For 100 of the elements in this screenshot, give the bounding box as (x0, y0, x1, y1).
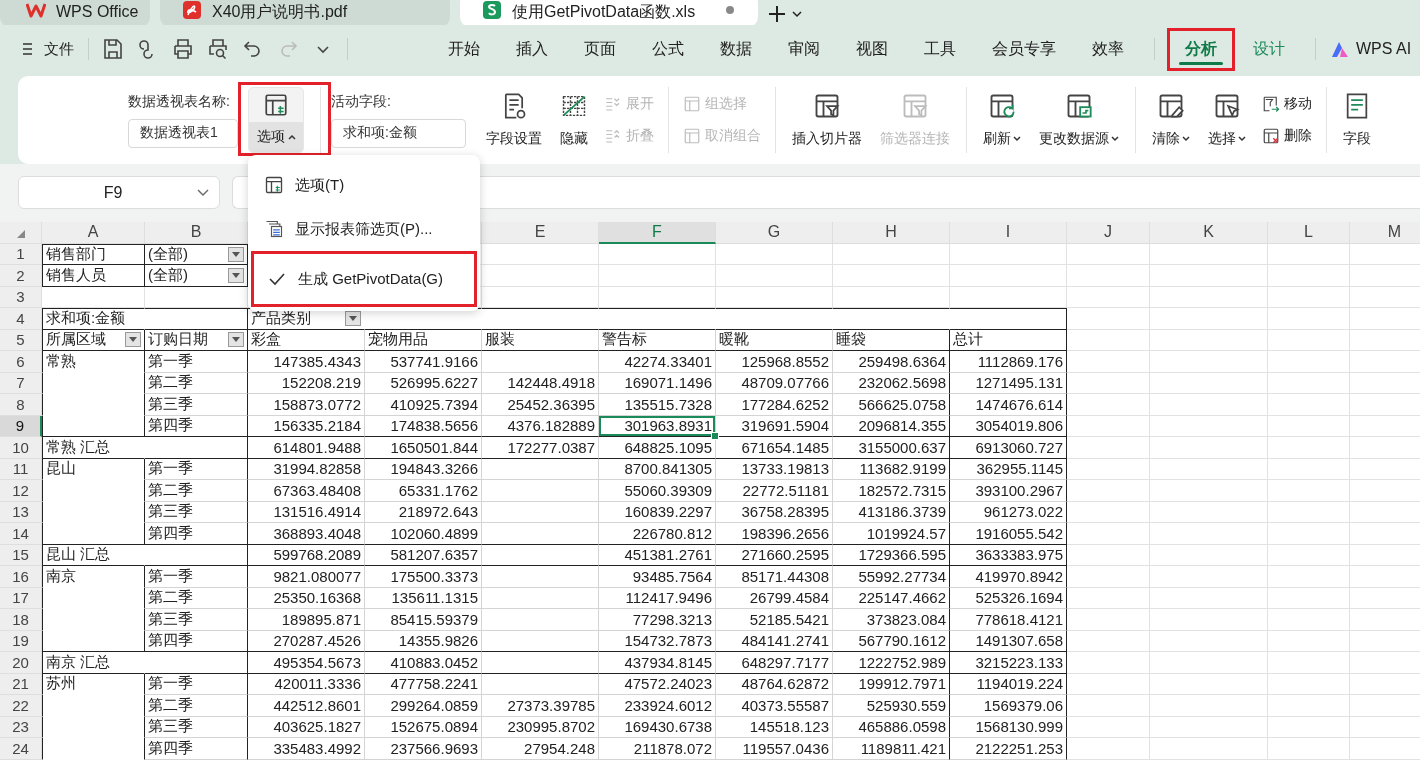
ribbon-tab[interactable]: 页面 (566, 27, 634, 71)
table-cell[interactable]: 420011.3336 (248, 673, 365, 695)
table-cell[interactable]: 142448.4918 (482, 372, 599, 394)
table-cell[interactable]: 174838.5656 (365, 415, 482, 437)
table-cell[interactable]: 335483.4992 (248, 738, 365, 760)
table-cell[interactable]: 常熟 汇总 (42, 437, 145, 459)
table-cell[interactable]: 437934.8145 (599, 652, 716, 674)
row-number[interactable]: 1 (0, 243, 42, 265)
table-cell[interactable]: 彩盒 (248, 329, 365, 351)
table-cell[interactable]: 2096814.355 (833, 415, 950, 437)
document-tab[interactable]: X40用户说明书.pdf (160, 0, 450, 25)
ribbon-button[interactable]: 隐藏 (554, 92, 594, 148)
table-cell[interactable]: 1568130.999 (950, 716, 1067, 738)
table-cell[interactable]: 525930.559 (833, 695, 950, 717)
table-cell[interactable]: 194843.3266 (365, 458, 482, 480)
table-cell[interactable]: 125968.8552 (716, 351, 833, 373)
column-header[interactable]: H (833, 222, 950, 244)
table-cell[interactable]: 177284.6252 (716, 394, 833, 416)
row-number[interactable]: 4 (0, 308, 42, 330)
table-cell[interactable]: 410925.7394 (365, 394, 482, 416)
table-cell[interactable]: 南京 汇总 (42, 652, 145, 674)
row-number[interactable]: 3 (0, 286, 42, 308)
table-cell[interactable]: 服装 (482, 329, 599, 351)
ribbon-button[interactable]: 字段设置 (480, 92, 548, 148)
pivot-name-field[interactable]: 数据透视表1 (128, 118, 238, 148)
table-cell[interactable]: 第一季 (145, 566, 248, 588)
table-cell[interactable]: 154732.7873 (599, 630, 716, 652)
row-number[interactable]: 14 (0, 523, 42, 545)
table-cell[interactable] (42, 501, 145, 523)
table-cell[interactable]: 581207.6357 (365, 544, 482, 566)
table-cell[interactable]: 147385.4343 (248, 351, 365, 373)
table-cell[interactable]: 199912.7971 (833, 673, 950, 695)
table-cell[interactable]: 232062.5698 (833, 372, 950, 394)
table-cell[interactable]: 55992.27734 (833, 566, 950, 588)
table-cell[interactable]: 27373.39785 (482, 695, 599, 717)
table-cell[interactable]: 1222752.989 (833, 652, 950, 674)
table-cell[interactable]: 第四季 (145, 523, 248, 545)
table-cell[interactable]: 第四季 (145, 738, 248, 760)
ribbon-tab[interactable]: 效率 (1074, 27, 1142, 71)
column-header[interactable]: E (482, 222, 599, 244)
table-cell[interactable]: 85171.44308 (716, 566, 833, 588)
table-cell[interactable]: 135515.7328 (599, 394, 716, 416)
ribbon-tab[interactable]: 插入 (498, 27, 566, 71)
table-cell[interactable]: 昆山 汇总 (42, 544, 145, 566)
options-button[interactable]: 选项 (248, 87, 304, 153)
table-cell[interactable]: 第一季 (145, 673, 248, 695)
table-cell[interactable]: 销售部门 (42, 243, 145, 265)
table-cell[interactable]: 3633383.975 (950, 544, 1067, 566)
file-menu-button[interactable]: 文件 (22, 39, 74, 59)
table-cell[interactable]: 27954.248 (482, 738, 599, 760)
ribbon-tab[interactable]: 设计 (1235, 27, 1303, 71)
table-cell[interactable]: 419970.8942 (950, 566, 1067, 588)
table-cell[interactable]: 226780.812 (599, 523, 716, 545)
table-cell[interactable]: 259498.6364 (833, 351, 950, 373)
column-header[interactable]: I (950, 222, 1067, 244)
table-cell[interactable]: 65331.1762 (365, 480, 482, 502)
table-cell[interactable]: 526995.6227 (365, 372, 482, 394)
table-cell[interactable]: 40373.55587 (716, 695, 833, 717)
row-number[interactable]: 12 (0, 480, 42, 502)
plus-icon[interactable] (768, 5, 786, 23)
table-cell[interactable]: 599768.2089 (248, 544, 365, 566)
table-cell[interactable]: 135611.1315 (365, 587, 482, 609)
table-cell[interactable] (42, 372, 145, 394)
table-cell[interactable]: 1569379.06 (950, 695, 1067, 717)
filter-dropdown-button[interactable] (345, 311, 361, 327)
table-cell[interactable]: 373823.084 (833, 609, 950, 631)
ribbon-button[interactable]: 删除 (1258, 127, 1316, 145)
row-number[interactable]: 23 (0, 716, 42, 738)
table-cell[interactable]: 第四季 (145, 630, 248, 652)
row-number[interactable]: 11 (0, 458, 42, 480)
table-cell[interactable]: 567790.1612 (833, 630, 950, 652)
row-number[interactable]: 7 (0, 372, 42, 394)
table-cell[interactable]: 1019924.57 (833, 523, 950, 545)
print-preview-icon[interactable] (206, 37, 230, 61)
ribbon-button[interactable]: 清除 (1146, 92, 1196, 148)
filter-dropdown-button[interactable] (228, 246, 244, 262)
table-cell[interactable] (145, 652, 248, 674)
table-cell[interactable]: 648825.1095 (599, 437, 716, 459)
row-number[interactable]: 8 (0, 394, 42, 416)
table-cell[interactable] (42, 480, 145, 502)
table-cell[interactable]: 4376.182889 (482, 415, 599, 437)
table-cell[interactable]: 566625.0758 (833, 394, 950, 416)
row-number[interactable]: 19 (0, 630, 42, 652)
row-number[interactable]: 22 (0, 695, 42, 717)
table-cell[interactable]: 6913060.727 (950, 437, 1067, 459)
table-cell[interactable]: 常熟 (42, 351, 145, 373)
table-cell[interactable]: 第二季 (145, 480, 248, 502)
save-icon[interactable] (101, 37, 125, 61)
table-cell[interactable] (145, 544, 248, 566)
fill-handle[interactable] (711, 432, 719, 440)
table-cell[interactable]: 13733.19813 (716, 458, 833, 480)
table-cell[interactable]: 413186.3739 (833, 501, 950, 523)
ribbon-tab[interactable]: 会员专享 (974, 27, 1074, 71)
table-cell[interactable]: 85415.59379 (365, 609, 482, 631)
table-cell[interactable]: 152208.219 (248, 372, 365, 394)
ribbon-button[interactable]: 选择 (1202, 92, 1252, 148)
table-cell[interactable]: 3155000.637 (833, 437, 950, 459)
ribbon-tab[interactable]: 视图 (838, 27, 906, 71)
table-cell[interactable]: 36758.28395 (716, 501, 833, 523)
table-cell[interactable]: 495354.5673 (248, 652, 365, 674)
